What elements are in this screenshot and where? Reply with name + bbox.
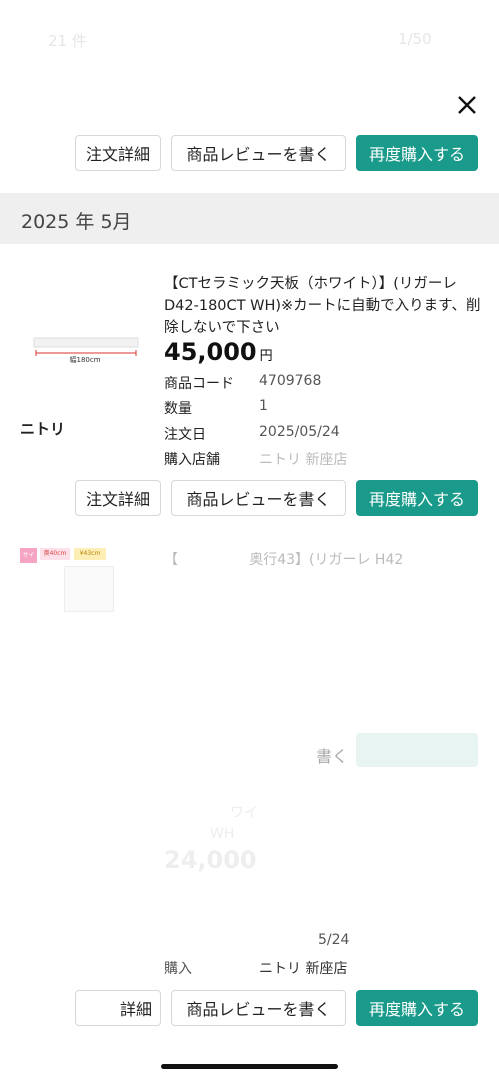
size-tag: 奥40cm xyxy=(40,548,70,560)
store-label: 購入 xyxy=(164,961,192,977)
close-icon[interactable] xyxy=(452,90,482,120)
quantity-label: 数量 xyxy=(164,401,192,417)
buy-again-button[interactable]: 再度購入する xyxy=(356,135,478,171)
product-price: 24,000 xyxy=(164,846,257,874)
product-title[interactable]: 【CTセラミック天板（ホワイト）】(リガーレD42-180CT WH)※カートに… xyxy=(164,273,482,339)
order-date-value: 2025/05/24 xyxy=(259,424,340,440)
order-date-label: 注文日 xyxy=(164,427,206,443)
write-review-button-partial[interactable]: 書く xyxy=(316,743,348,767)
product-title-partial[interactable]: WH xyxy=(210,826,234,842)
product-title[interactable]: 【 奥行43】(リガーレ H42 xyxy=(164,549,403,569)
order-date-value: 5/24 xyxy=(318,932,350,948)
write-review-button[interactable]: 商品レビューを書く xyxy=(171,480,346,516)
month-label: 2025 年 5月 xyxy=(21,211,132,233)
product-title-partial[interactable]: ワイ xyxy=(230,802,258,822)
buy-again-button[interactable]: 再度購入する xyxy=(356,480,478,516)
store-value: ニトリ 新座店 xyxy=(259,961,348,977)
store-label: 購入店舗 xyxy=(164,452,220,468)
brand-label: ニトリ xyxy=(20,420,66,438)
quantity-value: 1 xyxy=(259,398,268,414)
product-thumbnail[interactable] xyxy=(64,566,114,612)
buy-again-button[interactable]: 再度購入する xyxy=(356,990,478,1026)
write-review-button[interactable]: 商品レビューを書く xyxy=(171,135,346,171)
header-page-faded: 1/50 xyxy=(398,30,432,48)
order-detail-button[interactable]: 詳細 xyxy=(75,990,161,1026)
order-detail-button[interactable]: 注文詳細 xyxy=(75,480,161,516)
write-review-button[interactable]: 商品レビューを書く xyxy=(171,990,346,1026)
product-price: 45,000 円 xyxy=(164,338,273,366)
store-value: ニトリ 新座店 xyxy=(259,452,348,468)
buy-again-button-partial[interactable] xyxy=(356,733,478,767)
header-count-faded: 21 件 xyxy=(48,32,87,50)
product-thumbnail[interactable] xyxy=(30,333,140,373)
thumbnail-caption: 幅180cm xyxy=(69,356,101,364)
order-detail-button[interactable]: 注文詳細 xyxy=(75,135,161,171)
product-code-label: 商品コード xyxy=(164,376,234,392)
size-badge: サイズ xyxy=(20,548,37,574)
size-tag: ¥43cm xyxy=(74,548,106,560)
product-code-value: 4709768 xyxy=(259,373,322,389)
home-indicator xyxy=(161,1064,338,1069)
